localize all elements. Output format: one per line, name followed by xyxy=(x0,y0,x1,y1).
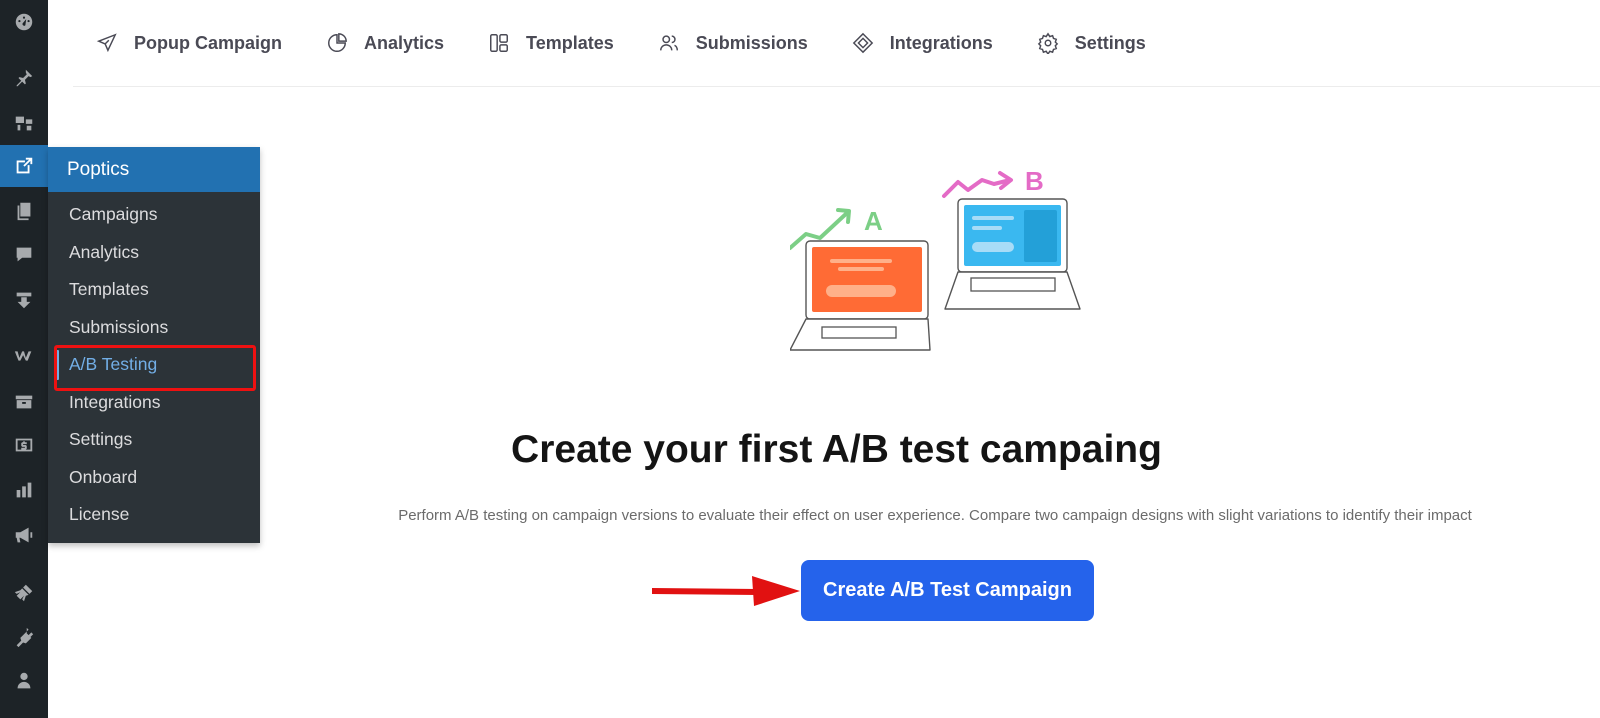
plugin-top-nav: Popup Campaign Analytics Templates Submi… xyxy=(73,0,1600,87)
tab-label: Templates xyxy=(526,32,614,53)
tab-settings[interactable]: Settings xyxy=(1037,32,1146,54)
woo-icon[interactable] xyxy=(0,336,48,376)
submenu-item-campaigns[interactable]: Campaigns xyxy=(48,196,260,234)
create-ab-test-campaign-button[interactable]: Create A/B Test Campaign xyxy=(801,560,1094,621)
tab-label: Settings xyxy=(1074,32,1146,53)
users-icon xyxy=(659,35,678,51)
comments-icon[interactable] xyxy=(0,235,48,275)
submenu-item-templates[interactable]: Templates xyxy=(48,271,260,309)
poptics-submenu: Poptics Campaigns Analytics Templates Su… xyxy=(48,147,260,543)
pie-chart-icon xyxy=(328,33,347,52)
diamond-icon xyxy=(852,32,873,54)
tab-label: Analytics xyxy=(364,32,445,53)
megaphone-icon[interactable] xyxy=(0,515,48,555)
archive-icon[interactable] xyxy=(0,382,48,422)
pin-icon[interactable] xyxy=(0,58,48,98)
tab-label: Popup Campaign xyxy=(134,32,282,53)
tab-templates[interactable]: Templates xyxy=(488,32,614,54)
send-icon xyxy=(96,33,117,53)
admin-sidebar xyxy=(0,0,48,718)
media-icon[interactable] xyxy=(0,103,48,143)
submenu-item-analytics[interactable]: Analytics xyxy=(48,234,260,272)
tab-label: Submissions xyxy=(695,32,808,53)
submenu-item-integrations[interactable]: Integrations xyxy=(48,384,260,422)
download-icon[interactable] xyxy=(0,280,48,320)
variant-a-label: A xyxy=(864,206,883,236)
poptics-icon[interactable] xyxy=(0,145,48,187)
tab-popup-campaign[interactable]: Popup Campaign xyxy=(96,32,282,54)
empty-state-heading: Create your first A/B test campaing xyxy=(511,428,1162,471)
pages-icon[interactable] xyxy=(0,191,48,231)
submenu-title[interactable]: Poptics xyxy=(48,147,260,192)
tab-submissions[interactable]: Submissions xyxy=(658,32,808,54)
dashboard-icon[interactable] xyxy=(0,2,48,42)
ab-test-illustration: A B xyxy=(790,168,1081,351)
annotation-arrow-icon xyxy=(652,576,800,606)
variant-b-label: B xyxy=(1025,168,1044,196)
submenu-item-submissions[interactable]: Submissions xyxy=(48,309,260,347)
plugin-icon[interactable] xyxy=(0,617,48,657)
stats-icon[interactable] xyxy=(0,470,48,510)
laptop-a-icon xyxy=(790,240,931,351)
submenu-list: Campaigns Analytics Templates Submission… xyxy=(48,192,260,534)
user-icon[interactable] xyxy=(0,661,48,701)
tab-integrations[interactable]: Integrations xyxy=(852,32,993,54)
layout-icon xyxy=(490,34,509,52)
submenu-item-ab-testing[interactable]: A/B Testing xyxy=(48,346,260,384)
tab-label: Integrations xyxy=(889,32,993,53)
gear-icon xyxy=(1037,32,1059,54)
laptop-b-icon xyxy=(944,198,1081,310)
brush-icon[interactable] xyxy=(0,573,48,613)
empty-state-description: Perform A/B testing on campaign versions… xyxy=(398,507,1472,524)
tab-analytics[interactable]: Analytics xyxy=(326,32,444,54)
submenu-item-license[interactable]: License xyxy=(48,496,260,534)
